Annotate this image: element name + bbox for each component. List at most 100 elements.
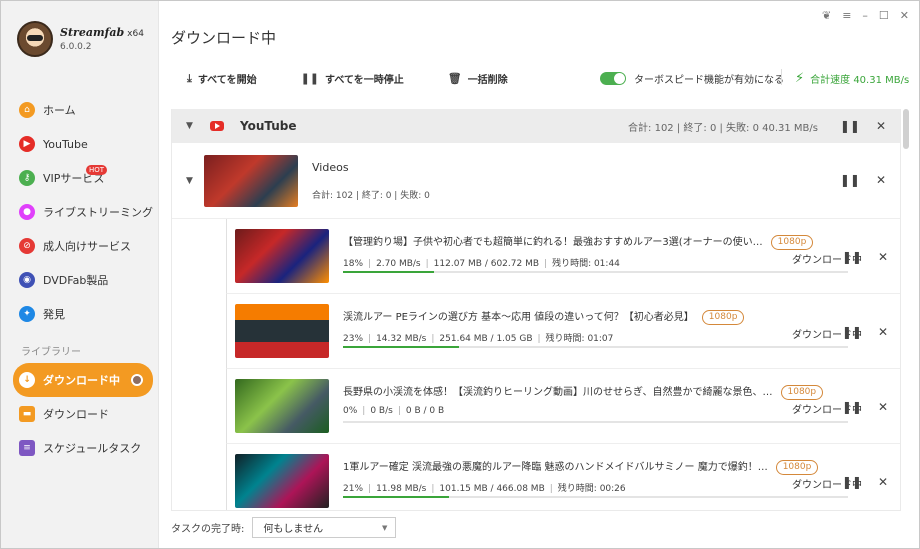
collapse-caret-icon[interactable]: ▼ (186, 176, 196, 186)
close-icon[interactable]: ✕ (878, 400, 888, 414)
download-item: 1軍ルアー確定 渓流最強の悪魔的ルアー降臨 魅惑のハンドメイドバルサミノー 魔力… (226, 444, 900, 510)
live-icon: ● (19, 204, 35, 220)
start-all-button[interactable]: ⤓ すべてを開始 (187, 71, 257, 87)
item-remaining: 残り時間: 01:44 (552, 259, 620, 269)
toolbar: ⤓ すべてを開始 ❚❚ すべてを一時停止 🗑 一括削除 (187, 71, 508, 87)
subgroup-title: Videos (312, 160, 349, 174)
item-remaining: 残り時間: 00:26 (557, 484, 626, 494)
item-controls: ❚❚ ✕ (842, 250, 888, 264)
group-stats: 合計: 102 | 終了: 0 | 失敗: 0 40.31 MB/s (628, 122, 818, 134)
group-controls: ❚❚ ✕ (840, 119, 886, 133)
hot-badge: HOT (86, 165, 108, 175)
brand-version: 6.0.0.2 (60, 42, 92, 52)
dvdfab-icon: ◉ (19, 272, 35, 288)
menu-icon[interactable]: ≡ (842, 9, 851, 22)
item-title: 1軍ルアー確定 渓流最強の悪魔的ルアー降臨 魅惑のハンドメイドバルサミノー 魔力… (343, 458, 819, 475)
minimize-icon[interactable]: – (862, 9, 868, 22)
completion-value: 何もしません (263, 524, 324, 535)
download-item: 渓流ルアー PEラインの選び方 基本～応用 値段の違いって何？【初心者必見】 10… (226, 294, 900, 369)
bolt-icon: ⚡ (795, 71, 805, 86)
item-title-text: 1軍ルアー確定 渓流最強の悪魔的ルアー降臨 魅惑のハンドメイドバルサミノー 魔力… (343, 462, 768, 473)
skin-icon[interactable]: ❦ (822, 9, 831, 22)
item-percent: 18% (343, 259, 364, 269)
sidebar-item-label: 発見 (43, 308, 65, 321)
sidebar-item-downloaded[interactable]: ▬ ダウンロード (13, 397, 153, 431)
item-title-text: 渓流ルアー PEラインの選び方 基本～応用 値段の違いって何？【初心者必見】 (343, 312, 694, 323)
library-nav: ↓ ダウンロード中 ▬ ダウンロード ≡ スケジュールタスク (13, 363, 153, 465)
item-speed: 2.70 MB/s (376, 259, 421, 269)
item-speed: 14.32 MB/s (376, 334, 427, 344)
completion-select[interactable]: 何もしません ▼ (252, 517, 397, 538)
pause-icon[interactable]: ❚❚ (840, 173, 860, 187)
pause-all-button[interactable]: ❚❚ すべてを一時停止 (301, 71, 404, 86)
schedule-icon: ≡ (19, 440, 35, 456)
youtube-group-header[interactable]: ▼ YouTube 合計: 102 | 終了: 0 | 失敗: 0 40.31 … (172, 109, 900, 143)
sidebar-nav: ⌂ ホーム ▶ YouTube ⚷ VIPサービス HOT ● ライブストリーミ… (13, 93, 153, 331)
start-all-label: すべてを開始 (197, 75, 257, 86)
sidebar-item-label: 成人向けサービス (43, 240, 131, 253)
library-label: ライブラリー (21, 347, 81, 358)
close-icon[interactable]: ✕ (878, 475, 888, 489)
item-size: 251.64 MB / 1.05 GB (439, 334, 533, 344)
video-thumbnail (235, 304, 329, 358)
sidebar-item-discover[interactable]: ✦ 発見 (13, 297, 153, 331)
pause-icon[interactable]: ❚❚ (842, 250, 862, 264)
toolbar-divider (781, 69, 782, 85)
video-thumbnail (235, 454, 329, 508)
sidebar-item-live[interactable]: ● ライブストリーミング (13, 195, 153, 229)
close-icon[interactable]: ✕ (878, 325, 888, 339)
sidebar-item-downloading[interactable]: ↓ ダウンロード中 (13, 363, 153, 397)
collapse-caret-icon[interactable]: ▼ (186, 121, 196, 131)
progress-bar (343, 271, 848, 273)
group-title: YouTube (240, 119, 297, 133)
folder-icon: ▬ (19, 406, 35, 422)
progress-fill (343, 346, 460, 348)
resolution-badge: 1080p (701, 309, 745, 325)
pause-icon[interactable]: ❚❚ (840, 119, 860, 133)
list-scrollbar[interactable] (903, 109, 909, 149)
pause-icon[interactable]: ❚❚ (842, 400, 862, 414)
sidebar-item-vip[interactable]: ⚷ VIPサービス HOT (13, 161, 153, 195)
chevron-down-icon: ▼ (381, 523, 388, 532)
sidebar-item-label: ライブストリーミング (43, 206, 153, 219)
item-size: 112.07 MB / 602.72 MB (433, 259, 540, 269)
turbo-toggle[interactable] (600, 72, 626, 85)
sidebar-item-schedule[interactable]: ≡ スケジュールタスク (13, 431, 153, 465)
pause-icon: ❚❚ (300, 72, 320, 85)
pause-icon[interactable]: ❚❚ (842, 475, 862, 489)
close-icon[interactable]: ✕ (878, 250, 888, 264)
pause-all-label: すべてを一時停止 (325, 75, 404, 86)
item-size: 0 B / 0 B (405, 406, 445, 416)
video-thumbnail (235, 379, 329, 433)
progress-fill (343, 496, 450, 498)
sidebar: Streamfab x64 6.0.0.2 ⌂ ホーム ▶ YouTube ⚷ V… (1, 1, 159, 548)
maximize-icon[interactable]: ☐ (879, 9, 889, 22)
sidebar-item-home[interactable]: ⌂ ホーム (13, 93, 153, 127)
sidebar-item-adult[interactable]: ⊘ 成人向けサービス (13, 229, 153, 263)
close-icon[interactable]: ✕ (900, 9, 909, 22)
item-percent: 0% (343, 406, 358, 416)
brand: Streamfab x64 6.0.0.2 (17, 21, 144, 57)
progress-bar (343, 421, 848, 423)
progress-bar (343, 496, 848, 498)
window-controls: ❦ ≡ – ☐ ✕ (822, 9, 909, 22)
download-list: ▼ YouTube 合計: 102 | 終了: 0 | 失敗: 0 40.31 … (171, 109, 901, 511)
youtube-icon (210, 121, 224, 131)
turbo-label: ターボスピード機能が有効になる (634, 75, 784, 86)
brand-name: Streamfab (60, 26, 125, 39)
sidebar-item-label: DVDFab製品 (43, 274, 109, 287)
sidebar-item-dvdfab[interactable]: ◉ DVDFab製品 (13, 263, 153, 297)
videos-subgroup: ▼ Videos 合計: 102 | 終了: 0 | 失敗: 0 ❚❚ ✕ (172, 143, 900, 219)
close-icon[interactable]: ✕ (876, 173, 886, 187)
page-title: ダウンロード中 (171, 29, 277, 47)
delete-all-button[interactable]: 🗑 一括削除 (448, 71, 508, 86)
download-item: 長野県の小渓流を体感！【渓流釣りヒーリング動画】川のせせらぎ、自然豊かで綺麗な景… (226, 369, 900, 444)
download-icon: ↓ (19, 372, 35, 388)
sidebar-item-youtube[interactable]: ▶ YouTube (13, 127, 153, 161)
resolution-badge: 1080p (775, 459, 819, 475)
delete-all-label: 一括削除 (467, 75, 508, 86)
close-icon[interactable]: ✕ (876, 119, 886, 133)
activity-indicator (131, 374, 143, 386)
pause-icon[interactable]: ❚❚ (842, 325, 862, 339)
adult-icon: ⊘ (19, 238, 35, 254)
